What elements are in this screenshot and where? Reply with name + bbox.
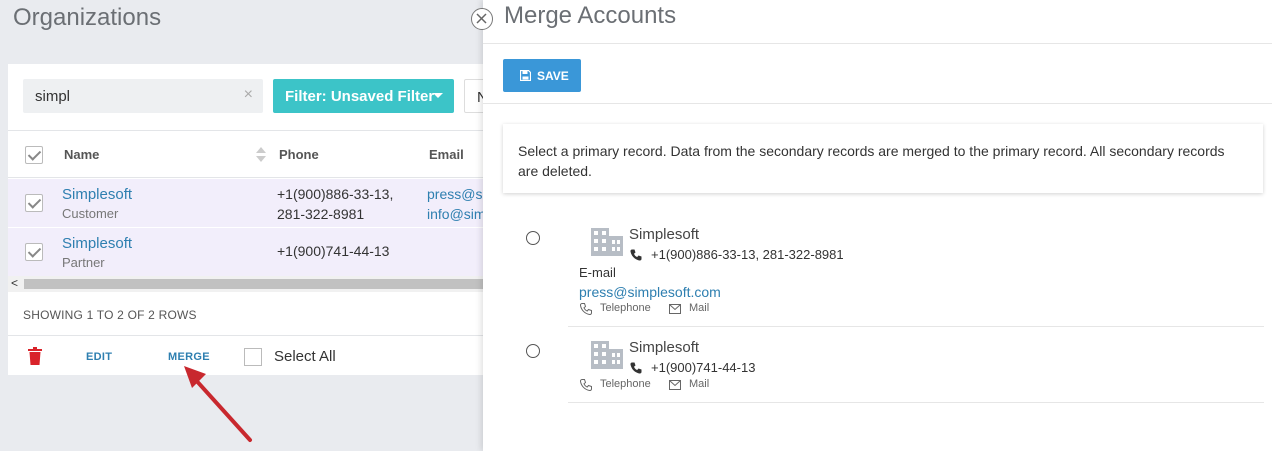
scrollbar-thumb[interactable]: [24, 279, 483, 289]
divider: [483, 103, 1272, 104]
channel-mail: Mail: [689, 302, 710, 314]
record-email-label: E-mail: [579, 265, 616, 280]
phone-icon: [580, 379, 592, 391]
page-title: Organizations: [13, 4, 162, 31]
close-icon[interactable]: [471, 8, 493, 30]
search-value: simpl: [35, 88, 71, 105]
row-name-link[interactable]: Simplesoft: [62, 235, 132, 252]
mail-icon: [669, 304, 681, 314]
column-header-phone[interactable]: Phone: [279, 147, 319, 162]
sort-icon[interactable]: [256, 147, 266, 163]
filter-button[interactable]: Filter: Unsaved Filter: [273, 79, 454, 113]
filter-button-label: Filter: Unsaved Filter: [285, 88, 435, 105]
primary-record-radio[interactable]: [526, 231, 540, 245]
save-button-label: SAVE: [537, 69, 569, 83]
table-row[interactable]: Simplesoft Partner +1(900)741-44-13: [8, 228, 483, 276]
search-input[interactable]: simpl ×: [23, 79, 263, 113]
row-checkbox[interactable]: [25, 194, 43, 212]
record-email-link[interactable]: press@simplesoft.com: [579, 284, 721, 300]
row-phone-2: 281-322-8981: [277, 206, 365, 222]
divider: [483, 43, 1272, 44]
trash-icon[interactable]: [28, 347, 42, 365]
table-row[interactable]: Simplesoft Customer +1(900)886-33-13, 28…: [8, 179, 483, 227]
rows-count: SHOWING 1 TO 2 OF 2 ROWS: [23, 308, 197, 322]
next-button[interactable]: N: [464, 79, 483, 113]
organizations-card: simpl × Filter: Unsaved Filter N Name Ph…: [8, 64, 483, 375]
channel-mail: Mail: [689, 378, 710, 390]
building-icon: [591, 341, 623, 369]
organizations-page: Organizations simpl × Filter: Unsaved Fi…: [0, 0, 483, 451]
record-name: Simplesoft: [629, 339, 700, 356]
divider: [568, 326, 1264, 327]
channel-telephone: Telephone: [600, 378, 651, 390]
phone-icon: [630, 249, 642, 261]
record-phone: +1(900)886-33-13, 281-322-8981: [651, 247, 844, 262]
table-header: Name Phone Email: [8, 130, 483, 178]
phone-icon: [580, 303, 592, 315]
channel-telephone: Telephone: [600, 302, 651, 314]
row-email-link[interactable]: press@s: [427, 184, 482, 204]
phone-icon: [630, 362, 642, 374]
select-all-label: Select All: [274, 348, 336, 365]
row-type: Partner: [62, 255, 105, 270]
filter-caret-icon: [433, 93, 443, 98]
row-phone: +1(900)886-33-13,: [277, 186, 394, 202]
panel-title: Merge Accounts: [504, 2, 677, 29]
save-button[interactable]: SAVE: [503, 59, 581, 92]
annotation-arrow-icon: [184, 366, 252, 442]
save-icon: [520, 70, 531, 81]
row-type: Customer: [62, 206, 119, 221]
row-name-link[interactable]: Simplesoft: [62, 186, 132, 203]
mail-icon: [669, 380, 681, 390]
column-header-email[interactable]: Email: [429, 147, 464, 162]
column-header-name[interactable]: Name: [64, 147, 99, 162]
divider: [568, 402, 1264, 403]
horizontal-scrollbar[interactable]: <: [8, 276, 483, 292]
row-checkbox[interactable]: [25, 243, 43, 261]
select-all-rows-checkbox[interactable]: [25, 146, 43, 164]
primary-record-radio[interactable]: [526, 344, 540, 358]
building-icon: [591, 228, 623, 256]
row-phone: +1(900)741-44-13: [277, 243, 390, 259]
record-name: Simplesoft: [629, 226, 700, 243]
edit-button[interactable]: EDIT: [86, 351, 112, 363]
search-clear-icon[interactable]: ×: [244, 86, 253, 104]
row-email-link-2[interactable]: info@sim: [427, 204, 483, 224]
merge-instructions: Select a primary record. Data from the s…: [503, 124, 1263, 193]
merge-accounts-panel: Merge Accounts SAVE Select a primary rec…: [483, 0, 1272, 451]
record-phone: +1(900)741-44-13: [651, 360, 756, 375]
scroll-left-icon[interactable]: <: [11, 276, 18, 290]
